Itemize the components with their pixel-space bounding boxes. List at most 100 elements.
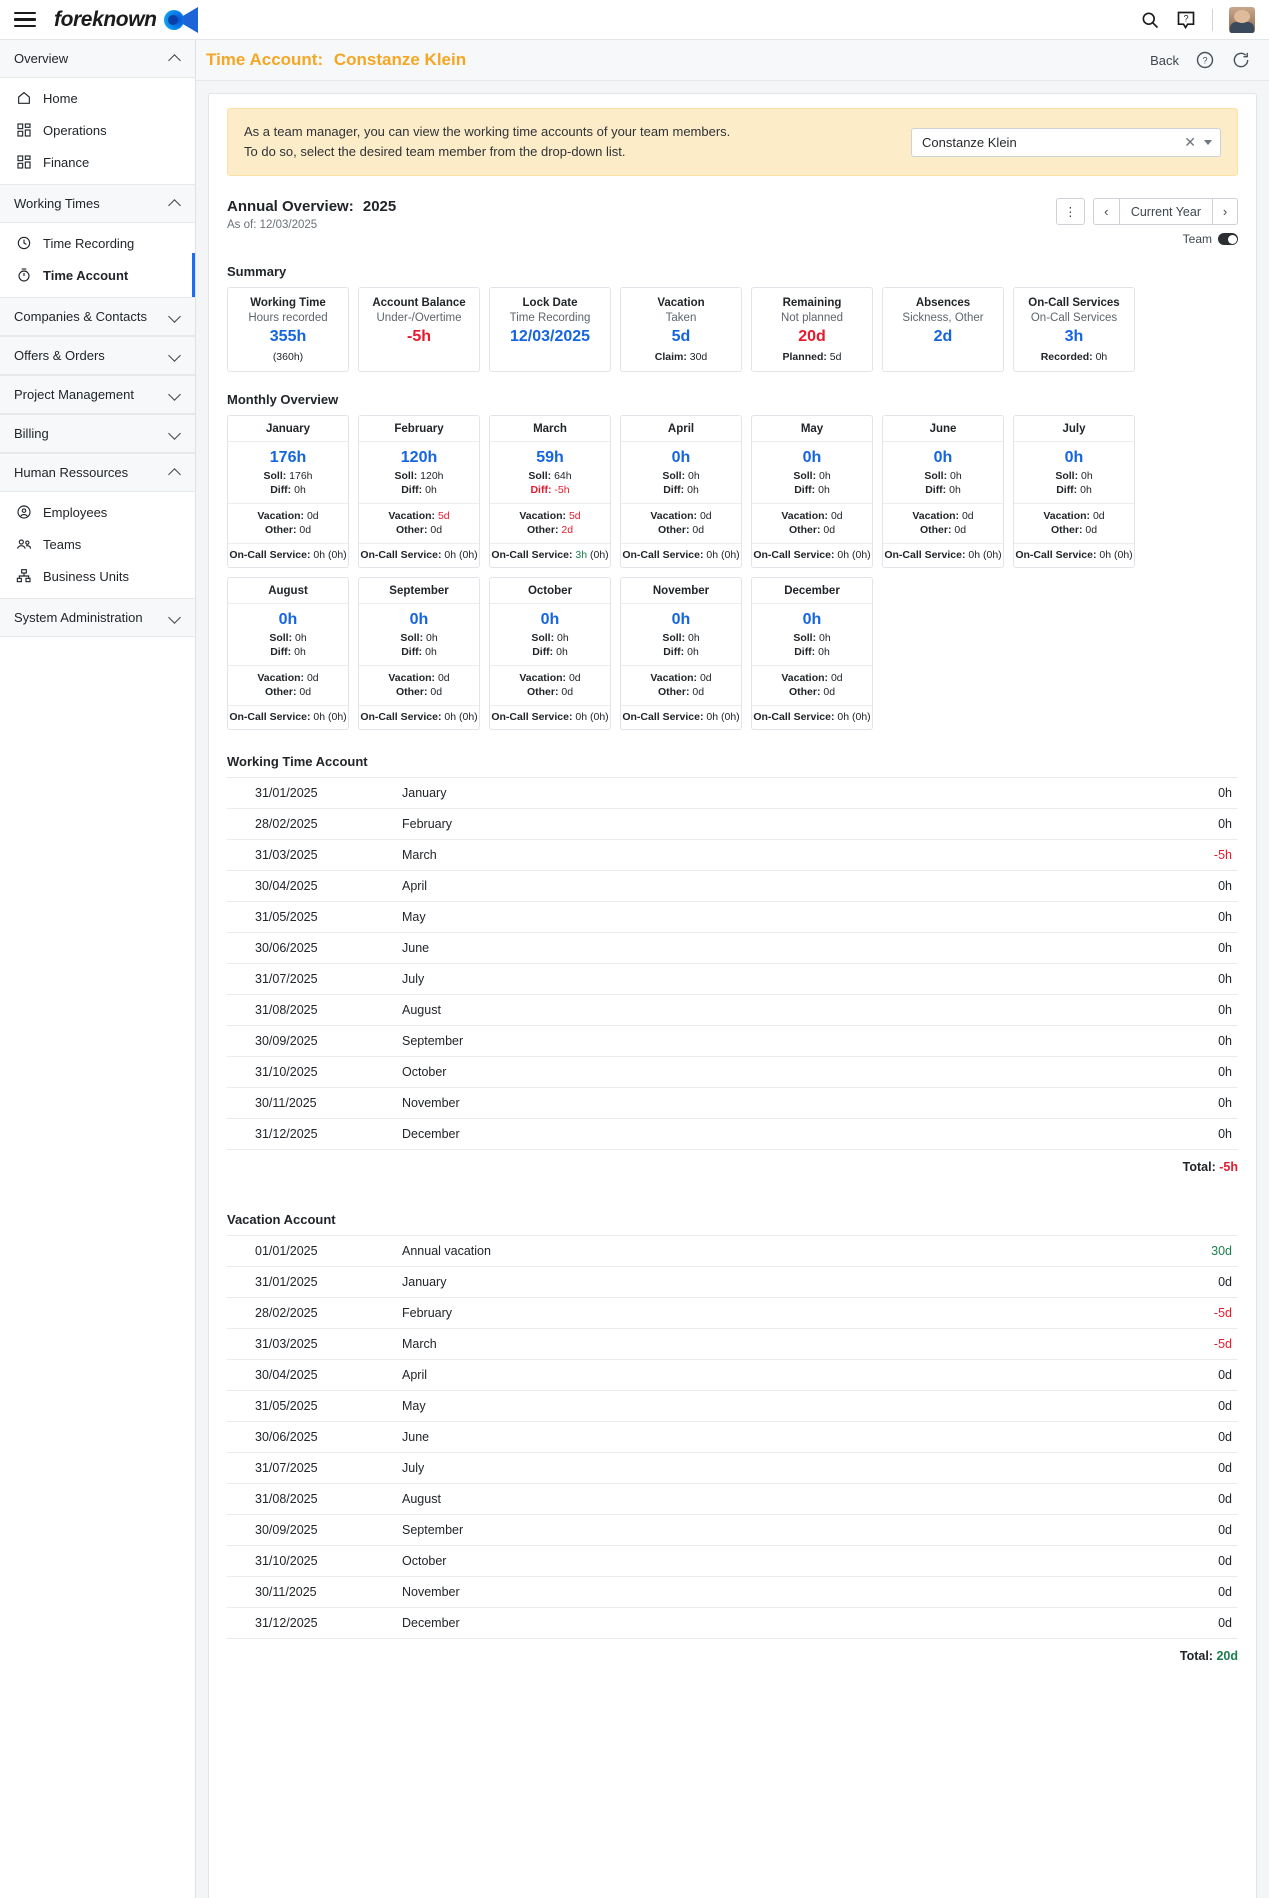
row-date: 31/07/2025 [227,1452,402,1485]
row-value: 0h [1001,1056,1238,1089]
month-card-other: Other: 0d [395,524,443,537]
help-circle-icon[interactable]: ? [1195,50,1215,70]
summary-title: Summary [227,264,287,280]
table-row[interactable]: 01/01/2025 Annual vacation 30d [227,1235,1238,1268]
summary-card-footer: Planned: 5d [782,351,842,364]
table-row[interactable]: 30/06/2025 June 0h [227,932,1238,965]
table-row[interactable]: 31/03/2025 March -5h [227,839,1238,872]
row-label: June [402,1421,1045,1454]
table-total-row: Total: 20d [227,1639,1238,1672]
chevron-left-icon[interactable]: ‹ [1092,198,1119,226]
main-content: Time Account: Constanze Klein Back ? As … [196,40,1269,1898]
team-toggle[interactable] [1218,233,1238,246]
table-row[interactable]: 30/11/2025 November 0h [227,1087,1238,1120]
back-button[interactable]: Back [1150,53,1179,68]
month-card-name: November [621,578,741,605]
annual-overview-header: Annual Overview: 2025 As of: 12/03/2025 … [227,198,1238,246]
table-row[interactable]: 31/08/2025 August 0d [227,1483,1238,1516]
summary-card-value: 355h [269,328,307,346]
avatar[interactable] [1229,6,1255,33]
row-value: 0h [1001,1118,1238,1151]
table-row[interactable]: 30/04/2025 April 0h [227,870,1238,903]
summary-cards: Working Time Hours recorded 355h (360h) Acco… [227,287,1238,373]
sidebar-item-time-recording[interactable]: Time Recording [0,227,195,259]
page-title-name: Constanze Klein [333,50,467,69]
sidebar-item-time-account[interactable]: Time Account [0,253,195,297]
page-header: Time Account: Constanze Klein Back ? [196,40,1269,81]
table-row[interactable]: 31/10/2025 October 0d [227,1545,1238,1578]
sidebar-item-business-units[interactable]: Business Units [0,560,195,592]
row-value: 0d [1044,1266,1238,1299]
row-label: January [402,777,1002,810]
table-row[interactable]: 31/05/2025 May 0d [227,1390,1238,1423]
month-card-vacation: Vacation: 0d [519,672,581,685]
table-row[interactable]: 30/09/2025 September 0d [227,1514,1238,1547]
brand-logo[interactable]: foreknown [54,6,198,33]
row-date: 31/12/2025 [227,1607,402,1640]
refresh-icon[interactable] [1231,50,1251,70]
dashboard-icon [17,155,31,169]
sidebar-group-offers-orders[interactable]: Offers & Orders [0,336,195,375]
sidebar-item-teams[interactable]: Teams [0,528,195,560]
hamburger-menu-icon[interactable] [14,11,36,28]
sidebar-group-project-management[interactable]: Project Management [0,375,195,414]
table-row[interactable]: 31/10/2025 October 0h [227,1056,1238,1089]
banner-line-2: To do so, select the desired team member… [244,144,626,160]
sidebar-group-overview[interactable]: Overview [0,40,195,78]
table-row[interactable]: 31/12/2025 December 0d [227,1607,1238,1640]
sidebar-group-working-times[interactable]: Working Times [0,184,195,223]
more-options-icon[interactable]: ⋮ [1055,198,1085,226]
month-card-vacation: Vacation: 5d [519,510,581,523]
sidebar-item-home[interactable]: Home [0,82,195,114]
month-card-oncall: On-Call Service: 3h (0h) [490,543,610,567]
table-row[interactable]: 28/02/2025 February 0h [227,808,1238,841]
annual-overview-title: Annual Overview: 2025 [227,198,396,215]
table-row[interactable]: 31/07/2025 July 0d [227,1452,1238,1485]
summary-card-subtitle: On-Call Services [1030,312,1118,325]
table-row[interactable]: 31/08/2025 August 0h [227,994,1238,1027]
month-card-other: Other: 0d [526,686,574,699]
sidebar-item-operations[interactable]: Operations [0,114,195,146]
table-row[interactable]: 30/11/2025 November 0d [227,1576,1238,1609]
top-bar: foreknown ? [0,0,1269,40]
sidebar-group-human-ressources[interactable]: Human Ressources [0,453,195,492]
chevron-right-icon[interactable]: › [1212,198,1238,226]
month-card-other: Other: 0d [919,524,967,537]
month-card: March 59h Soll: 64h Diff: -5h Vacation: 5d Ot… [489,415,611,569]
team-member-select[interactable]: Constanze Klein ✕ [911,127,1221,157]
summary-card: Account Balance Under-/Overtime -5h [358,287,480,373]
sidebar-item-employees[interactable]: Employees [0,496,195,528]
help-icon[interactable]: ? [1176,10,1196,30]
chevron-down-icon[interactable] [1204,139,1212,145]
page-title-prefix: Time Account: [206,50,324,69]
table-row[interactable]: 31/03/2025 March -5d [227,1328,1238,1361]
row-label: February [402,808,1002,841]
table-row[interactable]: 30/09/2025 September 0h [227,1025,1238,1058]
month-card-diff: Diff: 0h [925,484,961,497]
table-row[interactable]: 28/02/2025 February -5d [227,1297,1238,1330]
sidebar-group-system-administration[interactable]: System Administration [0,598,195,637]
sidebar-group-billing[interactable]: Billing [0,414,195,453]
sidebar-item-label: Business Units [43,568,129,584]
chevron-down-icon [169,389,181,401]
sidebar-group-companies-contacts[interactable]: Companies & Contacts [0,297,195,336]
table-row[interactable]: 30/04/2025 April 0d [227,1359,1238,1392]
close-icon[interactable]: ✕ [1184,134,1204,151]
table-row[interactable]: 31/01/2025 January 0h [227,777,1238,810]
row-value: 30d [1044,1235,1238,1268]
table-row[interactable]: 30/06/2025 June 0d [227,1421,1238,1454]
month-card-diff: Diff: 0h [1056,484,1092,497]
table-row[interactable]: 31/07/2025 July 0h [227,963,1238,996]
month-card-name: September [359,578,479,605]
sidebar-item-finance[interactable]: Finance [0,146,195,178]
banner-line-1: As a team manager, you can view the work… [244,124,731,139]
table-row[interactable]: 31/12/2025 December 0h [227,1118,1238,1151]
current-year-button[interactable]: Current Year [1118,198,1212,226]
table-row[interactable]: 31/05/2025 May 0h [227,901,1238,934]
chevron-up-icon [169,467,181,479]
row-date: 30/06/2025 [227,932,402,965]
month-card-soll: Soll: 120h [394,470,444,483]
month-card: April 0h Soll: 0h Diff: 0h Vacation: 0d Other… [620,415,742,569]
search-icon[interactable] [1140,10,1160,30]
table-row[interactable]: 31/01/2025 January 0d [227,1266,1238,1299]
